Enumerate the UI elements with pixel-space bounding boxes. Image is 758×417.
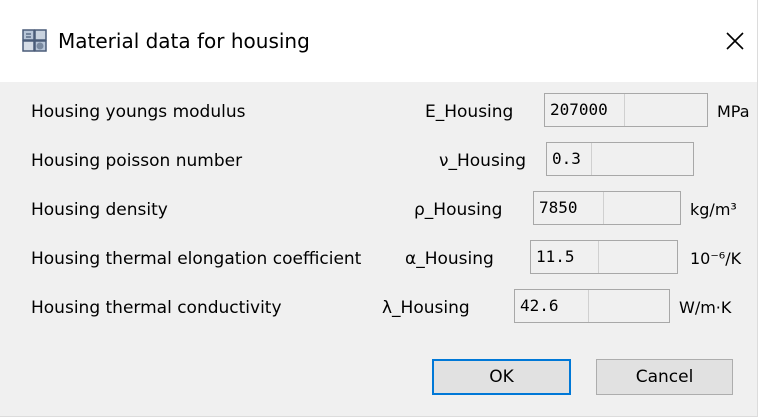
youngs-modulus-value[interactable]: 207000 [545,94,625,126]
symbol-density: ρ_Housing [414,200,503,220]
poisson-number-field[interactable]: 0.3 [546,142,694,176]
youngs-modulus-field[interactable]: 207000 [544,93,708,127]
label-poisson-number: Housing poisson number [31,151,243,171]
thermal-conductivity-field[interactable]: 42.6 [514,289,670,323]
thermal-elongation-coefficient-value[interactable]: 11.5 [531,241,599,273]
close-button[interactable] [712,20,758,62]
title-bar: Material data for housing [0,0,757,82]
close-icon [726,32,744,50]
label-thermal-elongation-coefficient: Housing thermal elongation coefficient [31,249,362,269]
density-field[interactable]: 7850 [533,191,681,225]
symbol-thermal-conductivity: λ_Housing [382,298,470,318]
ok-button[interactable]: OK [432,359,571,395]
app-icon [22,29,47,52]
unit-thermal-elongation-coefficient: 10⁻⁶/K [690,249,742,268]
thermal-conductivity-value[interactable]: 42.6 [515,290,589,322]
symbol-thermal-elongation-coefficient: α_Housing [405,249,494,269]
material-data-dialog: Material data for housing Housing youngs… [0,0,758,417]
unit-thermal-conductivity: W/m·K [679,298,732,317]
symbol-youngs-modulus: E_Housing [425,102,514,122]
cancel-button[interactable]: Cancel [596,359,733,395]
thermal-elongation-coefficient-field[interactable]: 11.5 [530,240,678,274]
density-value[interactable]: 7850 [534,192,604,224]
symbol-poisson-number: ν_Housing [439,151,527,171]
label-density: Housing density [31,200,168,220]
unit-density: kg/m³ [690,200,737,219]
unit-youngs-modulus: MPa [717,102,750,121]
label-thermal-conductivity: Housing thermal conductivity [31,298,282,318]
window-title: Material data for housing [58,29,310,53]
label-youngs-modulus: Housing youngs modulus [31,102,246,122]
poisson-number-value[interactable]: 0.3 [547,143,592,175]
